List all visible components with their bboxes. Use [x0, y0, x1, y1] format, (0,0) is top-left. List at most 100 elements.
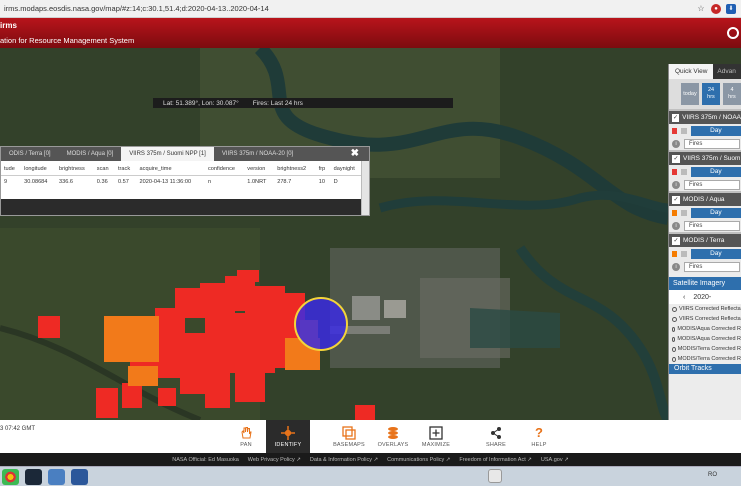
- radio-icon[interactable]: [672, 346, 676, 352]
- time-today-button[interactable]: today: [681, 83, 699, 105]
- extension-icon[interactable]: ●: [711, 3, 721, 14]
- col-daynight: daynight: [330, 161, 363, 176]
- satellite-option[interactable]: VIIRS Corrected Reflecta: [669, 304, 741, 314]
- close-icon[interactable]: ✖: [351, 148, 359, 159]
- tab-advanced[interactable]: Advan: [713, 64, 739, 79]
- app-logo-text: irms: [0, 21, 17, 30]
- checkbox[interactable]: ✓: [672, 236, 680, 245]
- layer-viirs-suomi: ✓ VIIRS 375m / Suom Day i Fires: [669, 150, 741, 191]
- tab-modis-aqua[interactable]: MODIS / Aqua [0]: [59, 147, 122, 161]
- footer-link-communications[interactable]: Communications Policy ↗: [387, 457, 450, 463]
- app-header: irms ation for Resource Management Syste…: [0, 18, 741, 48]
- layer-title: VIIRS 375m / Suom: [683, 155, 741, 162]
- fires-select[interactable]: Fires: [684, 261, 740, 272]
- radio-icon[interactable]: [672, 316, 677, 322]
- table-row[interactable]: 9 30.08684 336.6 0.36 0.57 2020-04-13 11…: [1, 176, 363, 189]
- day-button[interactable]: Day: [690, 248, 741, 259]
- chrome-icon[interactable]: [2, 468, 19, 485]
- radio-icon[interactable]: [672, 356, 676, 362]
- word-icon[interactable]: [71, 468, 88, 485]
- info-icon[interactable]: i: [672, 180, 680, 189]
- radio-icon[interactable]: [672, 336, 676, 342]
- day-button[interactable]: Day: [690, 166, 741, 177]
- page-footer: NASA Official: Ed Masuoka Web Privacy Po…: [0, 453, 741, 466]
- settings-icon[interactable]: [681, 168, 687, 175]
- color-swatch[interactable]: [672, 127, 678, 134]
- tab-viirs-noaa20[interactable]: VIIRS 375m / NOAA-20 [0]: [214, 147, 301, 161]
- orbit-tracks-header[interactable]: Orbit Tracks: [669, 364, 741, 374]
- info-icon[interactable]: i: [672, 221, 680, 230]
- day-button[interactable]: Day: [690, 125, 741, 136]
- overlays-icon: [385, 426, 401, 440]
- col-scan: scan: [93, 161, 115, 176]
- panel-tabs: Quick View Advan: [669, 64, 741, 79]
- layer-fires-row: i Fires: [669, 137, 741, 150]
- footer-link-foia[interactable]: Freedom of Information Act ↗: [459, 457, 531, 463]
- tab-quick-view[interactable]: Quick View: [669, 64, 714, 79]
- tab-viirs-suomi-npp[interactable]: VIIRS 375m / Suomi NPP [1]: [121, 147, 214, 161]
- url-field[interactable]: irms.modaps.eosdis.nasa.gov/map/#z:14;c:…: [0, 4, 696, 13]
- overlays-button[interactable]: OVERLAYS: [371, 420, 415, 453]
- satellite-option[interactable]: VIIRS Corrected Reflecta: [669, 314, 741, 324]
- star-icon[interactable]: ☆: [696, 4, 706, 14]
- satellite-option-label: VIIRS Corrected Reflecta: [679, 306, 741, 312]
- chat-icon[interactable]: [727, 27, 739, 39]
- help-button[interactable]: ? HELP: [517, 420, 561, 453]
- fires-select[interactable]: Fires: [684, 138, 740, 149]
- fires-select[interactable]: Fires: [684, 179, 740, 190]
- coordinate-readout: Lat: 51.389°, Lon: 30.087° Fires: Last 2…: [153, 98, 453, 108]
- download-icon[interactable]: ⬇: [726, 3, 736, 14]
- time-24hrs-button[interactable]: 24 hrs: [702, 83, 720, 105]
- settings-icon[interactable]: [681, 209, 687, 216]
- day-button[interactable]: Day: [690, 207, 741, 218]
- time-label: 4: [730, 87, 734, 93]
- basemaps-icon: [341, 425, 357, 440]
- map-canvas[interactable]: Lat: 51.389°, Lon: 30.087° Fires: Last 2…: [0, 48, 741, 420]
- timestamp: 3 07:42 GMT: [0, 426, 36, 432]
- color-swatch[interactable]: [672, 168, 678, 175]
- hand-icon: [238, 426, 254, 440]
- footer-link-privacy[interactable]: Web Privacy Policy ↗: [248, 457, 301, 463]
- pan-button[interactable]: PAN: [224, 420, 268, 453]
- maximize-button[interactable]: MAXIMIZE: [414, 420, 458, 453]
- checkbox[interactable]: ✓: [672, 154, 680, 163]
- share-button[interactable]: SHARE: [474, 420, 518, 453]
- radio-icon[interactable]: [672, 306, 677, 312]
- satellite-option-label: MODIS/Terra Corrected R: [677, 356, 741, 362]
- color-swatch[interactable]: [672, 250, 678, 257]
- chevron-left-icon[interactable]: ‹: [683, 294, 685, 301]
- tray-app-icon[interactable]: [488, 469, 502, 483]
- settings-icon[interactable]: [681, 127, 687, 134]
- tab-modis-terra[interactable]: ODIS / Terra [0]: [1, 147, 59, 161]
- col-frp: frp: [315, 161, 331, 176]
- info-icon[interactable]: i: [672, 262, 680, 271]
- layer-title: MODIS / Aqua: [683, 196, 725, 203]
- help-icon: ?: [535, 425, 543, 440]
- layer-title: MODIS / Terra: [683, 237, 725, 244]
- language-indicator[interactable]: RO: [708, 472, 717, 478]
- satellite-option[interactable]: MODIS/Aqua Corrected R: [669, 324, 741, 334]
- checkbox[interactable]: ✓: [672, 113, 680, 122]
- identify-button[interactable]: IDENTIFY: [266, 420, 310, 453]
- footer-link-usagov[interactable]: USA.gov ↗: [541, 457, 569, 463]
- basemaps-button[interactable]: BASEMAPS: [327, 420, 371, 453]
- checkbox[interactable]: ✓: [672, 195, 680, 204]
- color-swatch[interactable]: [672, 209, 678, 216]
- satellite-option[interactable]: MODIS/Terra Corrected R: [669, 354, 741, 364]
- steam-icon[interactable]: [25, 468, 42, 485]
- time-48hrs-button[interactable]: 4 hrs: [723, 83, 741, 105]
- cell: 1.0NRT: [247, 179, 267, 185]
- tool-label: IDENTIFY: [274, 441, 302, 448]
- info-icon[interactable]: i: [672, 139, 680, 148]
- fires-select[interactable]: Fires: [684, 220, 740, 231]
- explorer-icon[interactable]: [48, 468, 65, 485]
- satellite-date: 2020-: [693, 293, 712, 301]
- identify-scrollbar[interactable]: [361, 161, 369, 215]
- radio-icon[interactable]: [672, 326, 676, 332]
- tool-label: BASEMAPS: [333, 441, 365, 448]
- settings-icon[interactable]: [681, 250, 687, 257]
- satellite-option[interactable]: MODIS/Terra Corrected R: [669, 344, 741, 354]
- satellite-imagery-header[interactable]: Satellite Imagery: [669, 277, 741, 290]
- footer-link-data-policy[interactable]: Data & Information Policy ↗: [310, 457, 378, 463]
- satellite-option[interactable]: MODIS/Aqua Corrected R: [669, 334, 741, 344]
